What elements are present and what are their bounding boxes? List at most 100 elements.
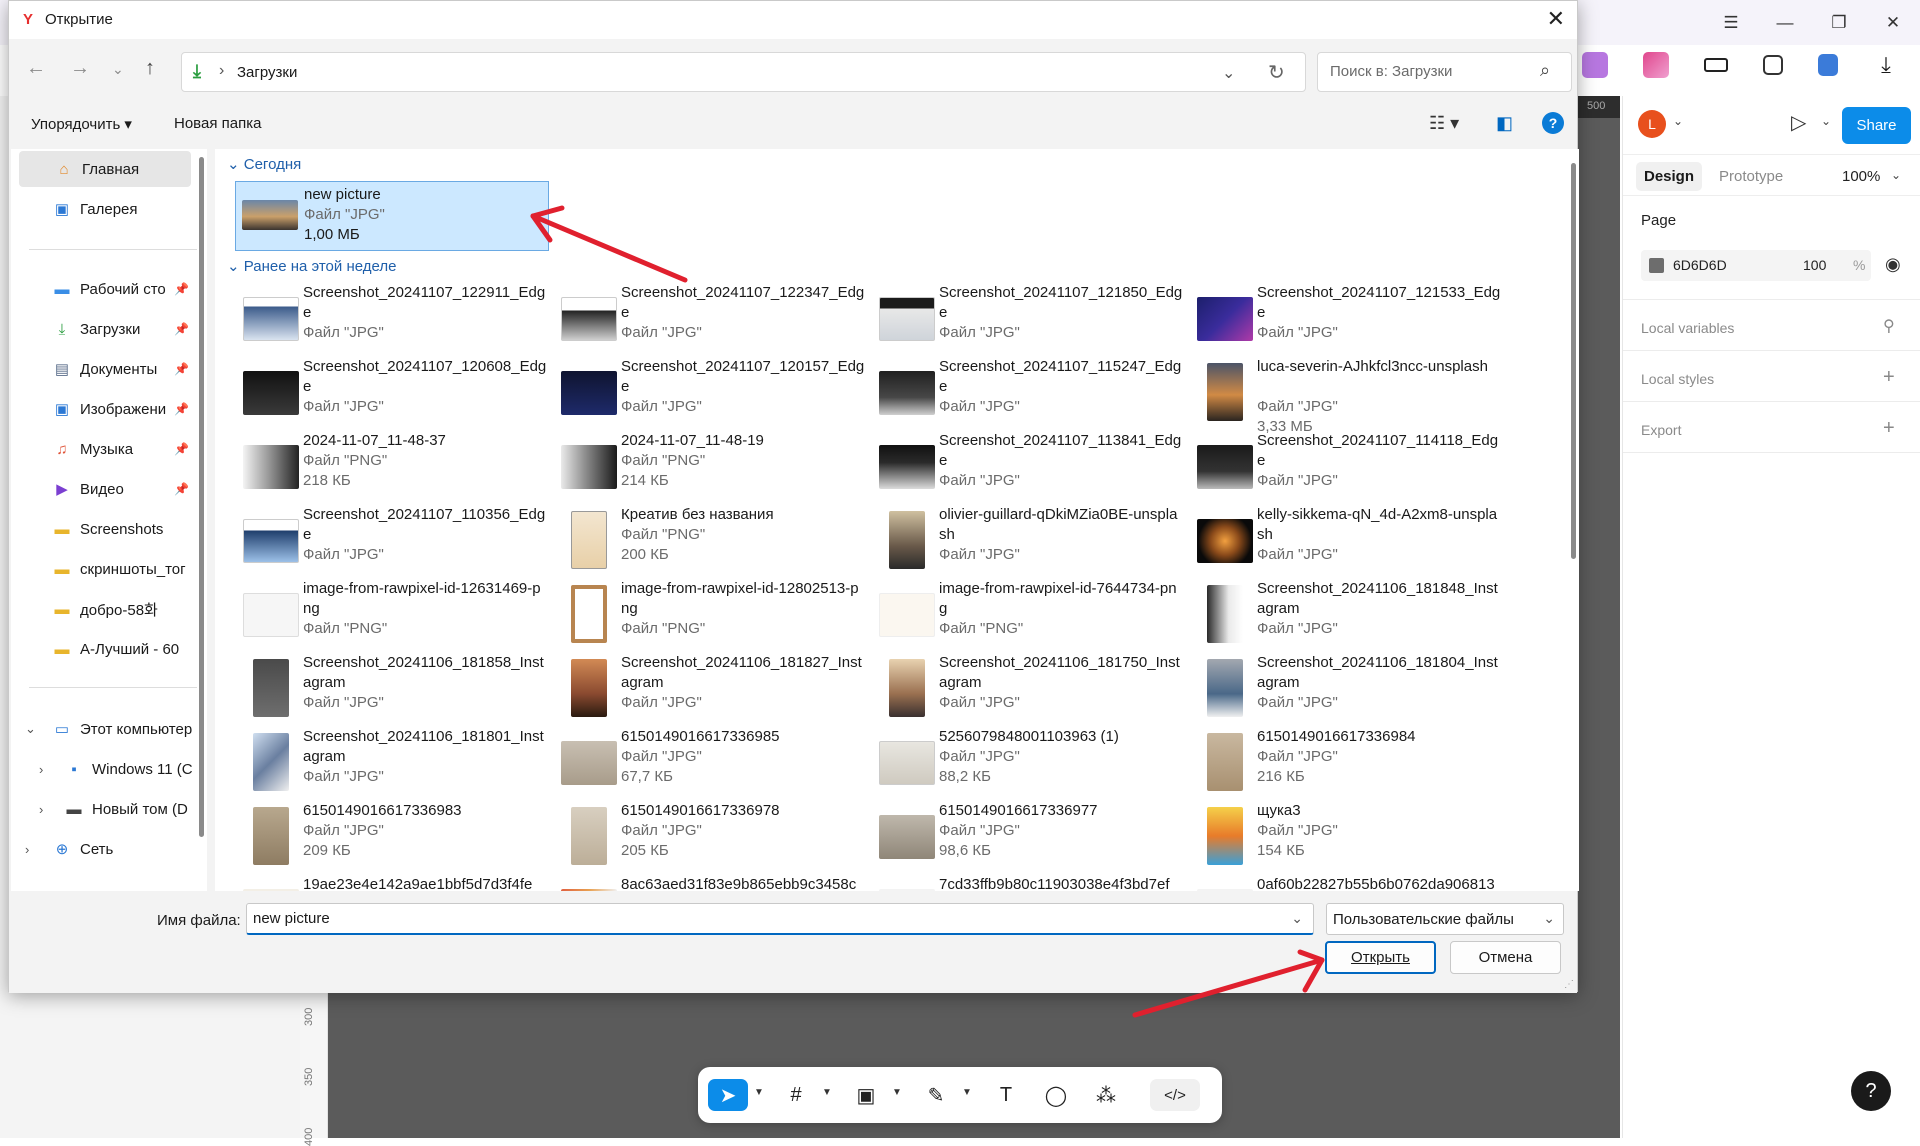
download-icon[interactable]: ⤓ <box>1873 52 1899 78</box>
close-window-button[interactable]: ✕ <box>1866 0 1920 45</box>
restore-button[interactable]: ❐ <box>1812 0 1866 45</box>
dev-mode-icon[interactable]: </> <box>1150 1079 1200 1111</box>
help-icon[interactable]: ? <box>1542 112 1564 134</box>
scrollbar[interactable] <box>199 157 204 837</box>
file-item[interactable]: 2024-11-07_11-48-37 Файл "PNG" 218 КБ <box>235 431 553 503</box>
chevron-down-icon[interactable]: ⌄ <box>1543 910 1555 927</box>
scrollbar[interactable] <box>1571 163 1576 559</box>
color-swatch[interactable] <box>1649 258 1664 273</box>
pin-icon[interactable]: 📌 <box>174 282 189 296</box>
sort-button[interactable]: Упорядочить ▾ <box>31 115 132 133</box>
pin-icon[interactable]: 📌 <box>174 402 189 416</box>
sidebar-item-pictures[interactable]: ▣ Изображени 📌 <box>11 391 197 427</box>
search-input[interactable] <box>1328 62 1528 81</box>
file-item[interactable]: 2024-11-07_11-48-19 Файл "PNG" 214 КБ <box>553 431 871 503</box>
address-bar[interactable]: ⤓ › Загрузки ⌄ ↻ <box>181 52 1306 92</box>
file-item[interactable]: Screenshot_20241106_181804_Instagram Файл… <box>1189 653 1507 725</box>
open-button[interactable]: Открыть <box>1325 941 1436 974</box>
file-item[interactable]: Screenshot_20241107_120157_Edge Файл "JPG… <box>553 357 871 429</box>
new-folder-button[interactable]: Новая папка <box>174 115 261 132</box>
sidebar-item-downloads[interactable]: ⤓ Загрузки 📌 <box>11 311 197 347</box>
chevron-down-icon[interactable]: ⌄ <box>227 156 240 173</box>
recent-locations-icon[interactable]: ⌄ <box>112 61 124 78</box>
file-item[interactable]: Screenshot_20241107_113841_Edge Файл "JPG… <box>871 431 1189 503</box>
frame-tool-icon[interactable]: # <box>778 1079 814 1111</box>
up-icon[interactable]: ↑ <box>145 57 155 80</box>
local-styles-label[interactable]: Local styles <box>1641 371 1714 387</box>
file-item[interactable]: Screenshot_20241107_110356_Edge Файл "JPG… <box>235 505 553 577</box>
chevron-down-icon[interactable]: ⌄ <box>1673 114 1683 128</box>
chevron-down-icon[interactable]: ⌄ <box>1891 168 1901 182</box>
file-item[interactable]: Screenshot_20241106_181827_Instagram Файл… <box>553 653 871 725</box>
pin-icon[interactable]: 📌 <box>174 362 189 376</box>
preview-pane-icon[interactable]: ◧ <box>1496 113 1513 134</box>
sidebar-item-drive-d[interactable]: › ▬ Новый том (D <box>11 791 197 827</box>
plugin-icon[interactable] <box>1818 54 1838 76</box>
file-item[interactable]: 6150149016617336978 Файл "JPG" 205 КБ <box>553 801 871 873</box>
chevron-down-icon[interactable]: ⌄ <box>227 258 240 275</box>
chevron-right-icon[interactable]: › <box>39 802 43 817</box>
sidebar-item-music[interactable]: ♫ Музыка 📌 <box>11 431 197 467</box>
pin-icon[interactable]: 📌 <box>174 322 189 336</box>
search-box[interactable]: ⌕ <box>1317 52 1572 92</box>
file-item[interactable]: 5256079848001103963 (1) Файл "JPG" 88,2 КБ <box>871 727 1189 799</box>
group-header-today[interactable]: ⌄ Сегодня <box>227 155 301 173</box>
sidebar-item-video[interactable]: ▶ Видео 📌 <box>11 471 197 507</box>
file-item[interactable]: Screenshot_20241107_120608_Edge Файл "JPG… <box>235 357 553 429</box>
sidebar-item-folder[interactable]: ▬ скриншоты_тог <box>11 551 197 587</box>
zoom-level[interactable]: 100% <box>1842 168 1880 185</box>
file-item[interactable]: 7cd33ffb9b80c11903038e4f3bd7ef <box>871 875 1189 891</box>
file-item[interactable]: Screenshot_20241107_114118_Edge Файл "JPG… <box>1189 431 1507 503</box>
close-icon[interactable]: ✕ <box>1547 6 1565 32</box>
move-tool-icon[interactable]: ➤ <box>708 1079 748 1111</box>
file-item[interactable]: Screenshot_20241107_122911_Edge Файл "JPG… <box>235 283 553 355</box>
text-tool-icon[interactable]: T <box>988 1079 1024 1111</box>
file-item[interactable]: 19ae23e4e142a9ae1bbf5d7d3f4fe <box>235 875 553 891</box>
file-item[interactable]: 0af60b22827b55b6b0762da906813 <box>1189 875 1507 891</box>
file-item[interactable]: 6150149016617336984 Файл "JPG" 216 КБ <box>1189 727 1507 799</box>
filetype-value[interactable]: Пользовательские файлы <box>1333 911 1514 928</box>
sidebar-item-screenshots[interactable]: ▬ Screenshots <box>11 511 197 547</box>
filename-input[interactable] <box>251 909 1251 928</box>
local-variables-label[interactable]: Local variables <box>1641 320 1734 336</box>
sidebar-item-folder[interactable]: ▬ добро-58화 <box>11 591 197 627</box>
share-button[interactable]: Share <box>1842 107 1911 144</box>
sidebar-item-this-pc[interactable]: ⌄ ▭ Этот компьютер <box>11 711 197 747</box>
file-item[interactable]: Screenshot_20241106_181848_Instagram Файл… <box>1189 579 1507 651</box>
play-icon[interactable]: ▷ <box>1791 110 1806 135</box>
file-item[interactable]: image-from-rawpixel-id-12802513-png Файл … <box>553 579 871 651</box>
file-item[interactable]: 8ac63aed31f83e9b865ebb9c3458c <box>553 875 871 891</box>
sidebar-item-gallery[interactable]: ▣ Галерея <box>11 191 197 227</box>
plugin-icon[interactable] <box>1643 52 1669 78</box>
sidebar-item-desktop[interactable]: ▬ Рабочий сто 📌 <box>11 271 197 307</box>
file-item[interactable]: Screenshot_20241107_121533_Edge Файл "JPG… <box>1189 283 1507 355</box>
file-item-selected[interactable]: new picture Файл "JPG" 1,00 МБ <box>235 181 549 251</box>
chevron-down-icon[interactable]: ▼ <box>892 1087 902 1098</box>
chevron-right-icon[interactable]: › <box>25 842 29 857</box>
file-item[interactable]: Screenshot_20241106_181801_Instagram Файл… <box>235 727 553 799</box>
export-label[interactable]: Export <box>1641 422 1681 438</box>
file-item[interactable]: image-from-rawpixel-id-7644734-png Файл "… <box>871 579 1189 651</box>
components-icon[interactable]: ⁂ <box>1088 1079 1124 1111</box>
chevron-down-icon[interactable]: ⌄ <box>1222 63 1235 83</box>
view-options-icon[interactable]: ☷ ▾ <box>1429 113 1459 134</box>
variables-icon[interactable]: ⚲ <box>1883 316 1895 336</box>
page-color-field[interactable]: 6D6D6D 100 % <box>1641 250 1871 281</box>
file-item[interactable]: image-from-rawpixel-id-12631469-png Файл … <box>235 579 553 651</box>
file-item[interactable]: luca-severin-AJhkfcl3ncc-unsplash Файл "J… <box>1189 357 1507 435</box>
file-item[interactable]: 6150149016617336985 Файл "JPG" 67,7 КБ <box>553 727 871 799</box>
color-opacity[interactable]: 100 <box>1803 257 1826 273</box>
eye-icon[interactable]: ◉ <box>1885 254 1901 275</box>
sidebar-item-documents[interactable]: ▤ Документы 📌 <box>11 351 197 387</box>
tab-design[interactable]: Design <box>1636 162 1703 191</box>
avatar[interactable]: L <box>1638 110 1666 138</box>
chevron-down-icon[interactable]: ⌄ <box>1291 910 1303 927</box>
pin-icon[interactable]: 📌 <box>174 442 189 456</box>
sidebar-item-home[interactable]: ⌂ Главная <box>19 151 191 187</box>
search-icon[interactable]: ⌕ <box>1540 60 1550 81</box>
chevron-down-icon[interactable]: ▼ <box>962 1087 972 1098</box>
file-item[interactable]: щука3 Файл "JPG" 154 КБ <box>1189 801 1507 873</box>
chevron-down-icon[interactable]: ▼ <box>822 1087 832 1098</box>
file-item[interactable]: Креатив без названия Файл "PNG" 200 КБ <box>553 505 871 577</box>
chevron-down-icon[interactable]: ▼ <box>754 1087 764 1098</box>
